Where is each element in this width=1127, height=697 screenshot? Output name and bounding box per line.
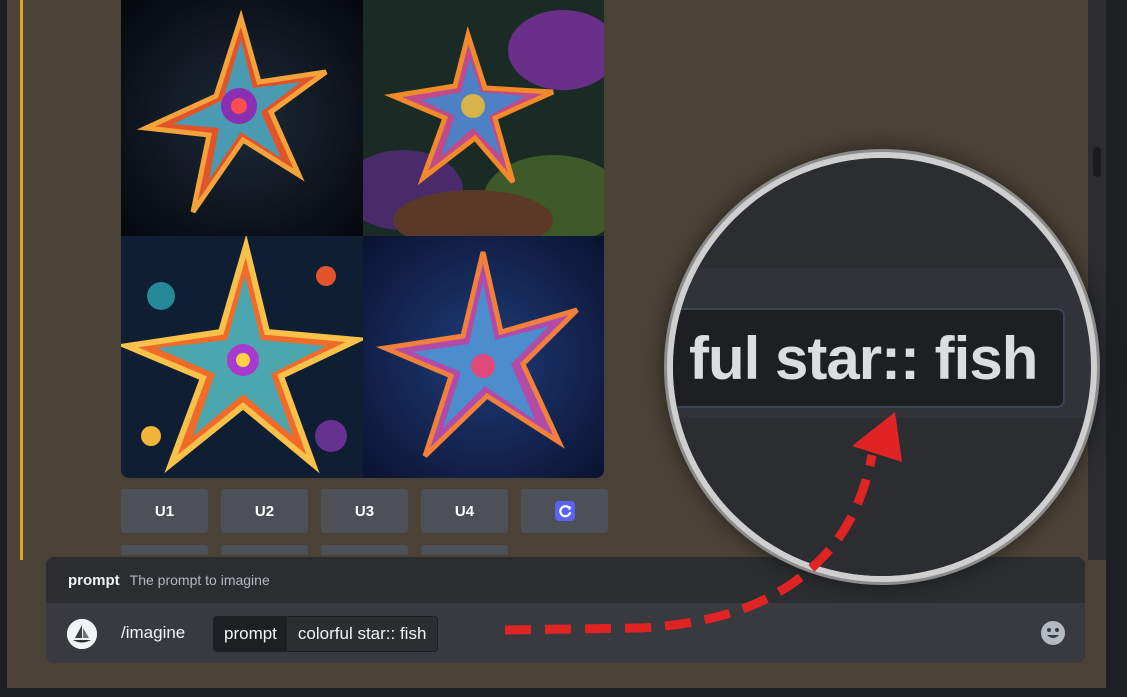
variation-4-button[interactable]	[421, 545, 508, 555]
magnifier-band	[673, 268, 1091, 308]
option-description: The prompt to imagine	[129, 572, 270, 588]
sailboat-icon	[67, 619, 97, 649]
right-frame	[1106, 0, 1127, 697]
magnifier-callout: ful star:: fish	[673, 158, 1091, 576]
bottom-frame	[0, 688, 1127, 697]
upscale-button-row: U1 U2 U3 U4	[121, 489, 608, 533]
generated-image-grid[interactable]	[121, 0, 604, 478]
message-highlight-bar	[20, 0, 23, 560]
bot-avatar	[67, 619, 97, 649]
variation-2-button[interactable]	[221, 545, 308, 555]
upscale-2-button[interactable]: U2	[221, 489, 308, 533]
scrollbar-thumb[interactable]	[1093, 147, 1101, 177]
option-chip-name: prompt	[214, 617, 287, 651]
image-tile-3[interactable]	[121, 236, 363, 478]
variation-1-button[interactable]	[121, 545, 208, 555]
variation-3-button[interactable]	[321, 545, 408, 555]
message-input[interactable]: /imagine prompt colorful star:: fish	[46, 603, 1085, 663]
variation-button-row	[121, 545, 508, 555]
upscale-3-button[interactable]: U3	[321, 489, 408, 533]
upscale-4-button[interactable]: U4	[421, 489, 508, 533]
prompt-option-chip[interactable]: prompt colorful star:: fish	[213, 616, 439, 652]
left-frame	[0, 0, 7, 697]
slash-command-name: /imagine	[121, 623, 186, 642]
reroll-button[interactable]	[521, 489, 608, 533]
image-tile-1[interactable]	[121, 0, 363, 236]
smiley-icon[interactable]	[1039, 619, 1067, 647]
upscale-1-button[interactable]: U1	[121, 489, 208, 533]
magnifier-background	[673, 158, 1091, 268]
image-tile-4[interactable]	[363, 236, 604, 478]
magnifier-lower-area	[673, 418, 1091, 576]
prompt-value-field[interactable]: colorful star:: fish	[286, 617, 438, 651]
zoomed-prompt-text: ful star:: fish	[689, 324, 1038, 392]
option-name-label: prompt	[68, 571, 120, 589]
zoomed-prompt-field: ful star:: fish	[673, 308, 1065, 408]
refresh-icon	[554, 501, 575, 521]
image-tile-2[interactable]	[363, 0, 604, 236]
